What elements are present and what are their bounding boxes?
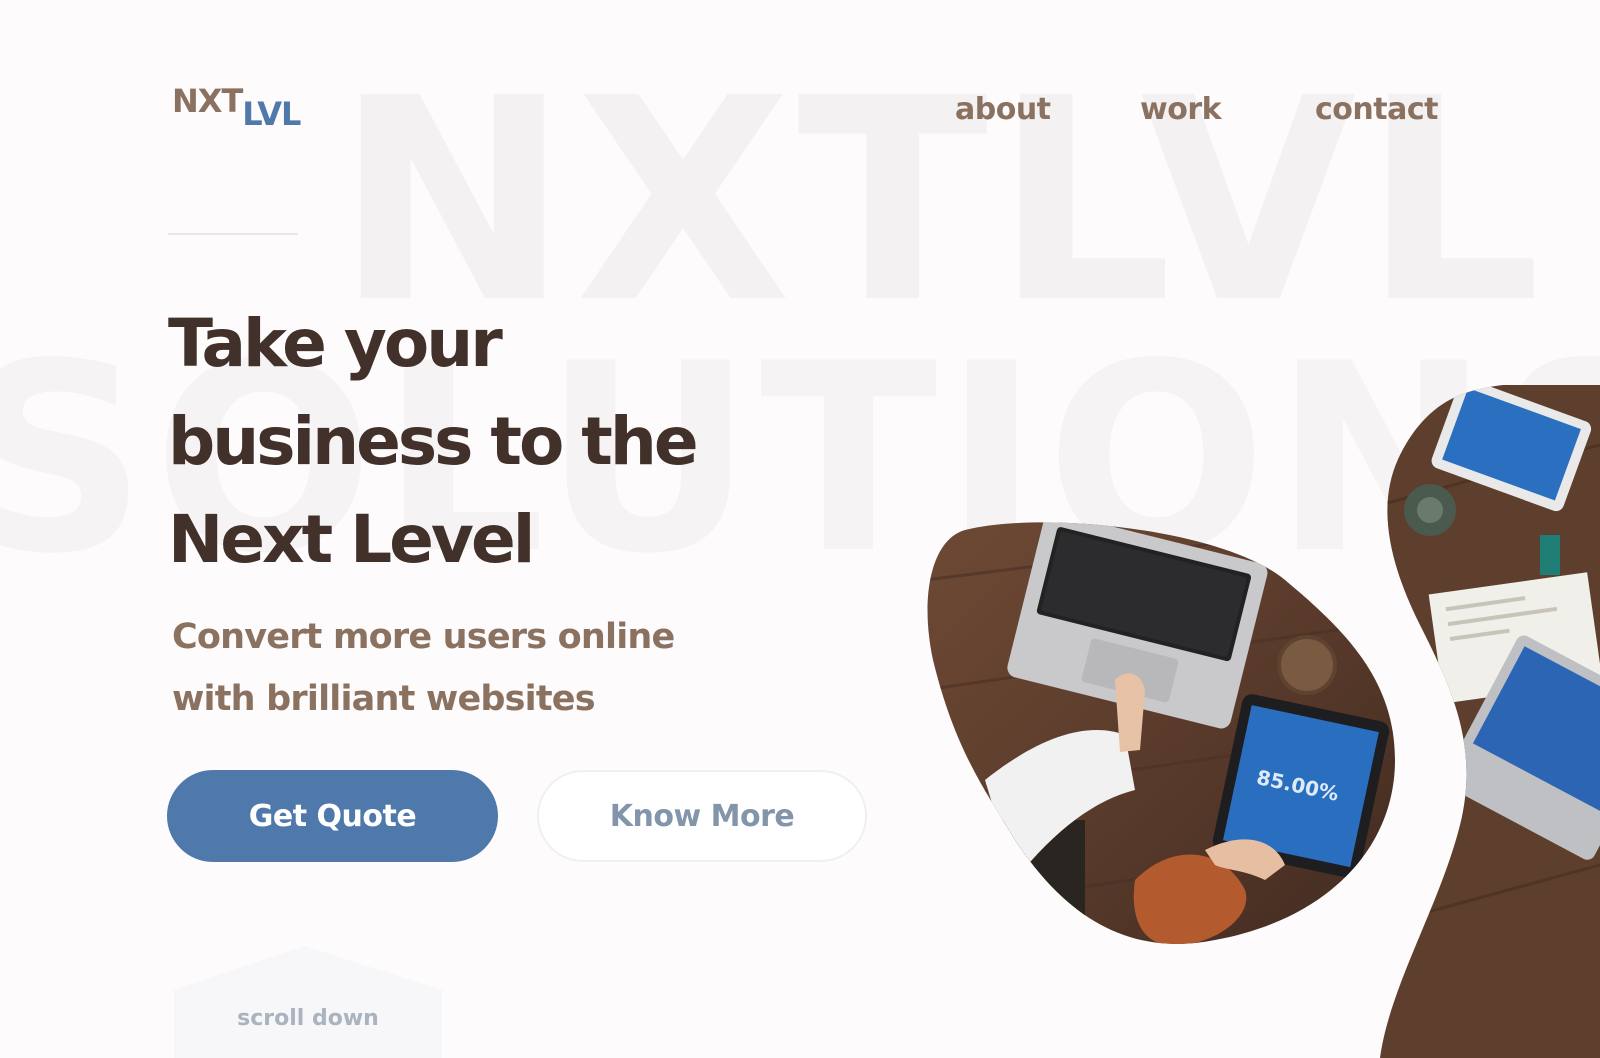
get-quote-button[interactable]: Get Quote xyxy=(167,770,498,862)
landing-page: NXTLVL SOLUTIONS NXTLVL about work conta… xyxy=(0,0,1600,1058)
hero-subheadline: Convert more users online with brilliant… xyxy=(172,606,792,730)
scroll-shape-icon xyxy=(174,946,442,1058)
headline-line: Take your xyxy=(168,305,503,382)
headline-line: Next Level xyxy=(168,501,535,578)
hero-divider xyxy=(168,233,298,235)
main-nav: about work contact xyxy=(0,92,1600,132)
know-more-button[interactable]: Know More xyxy=(537,770,867,862)
scroll-down-label: scroll down xyxy=(237,1006,379,1031)
subheadline-line: Convert more users online xyxy=(172,617,675,657)
side-blob-photo xyxy=(1380,385,1600,1058)
headline-line: business to the xyxy=(168,403,699,480)
hero-headline: Take your business to the Next Level xyxy=(168,295,888,589)
nav-link-work[interactable]: work xyxy=(1140,92,1222,127)
nav-link-contact[interactable]: contact xyxy=(1315,92,1438,127)
nav-link-about[interactable]: about xyxy=(955,92,1051,127)
hero-blob-photo: 85.00% xyxy=(927,522,1396,944)
scroll-down-indicator[interactable]: scroll down xyxy=(174,946,442,1058)
subheadline-line: with brilliant websites xyxy=(172,679,596,719)
